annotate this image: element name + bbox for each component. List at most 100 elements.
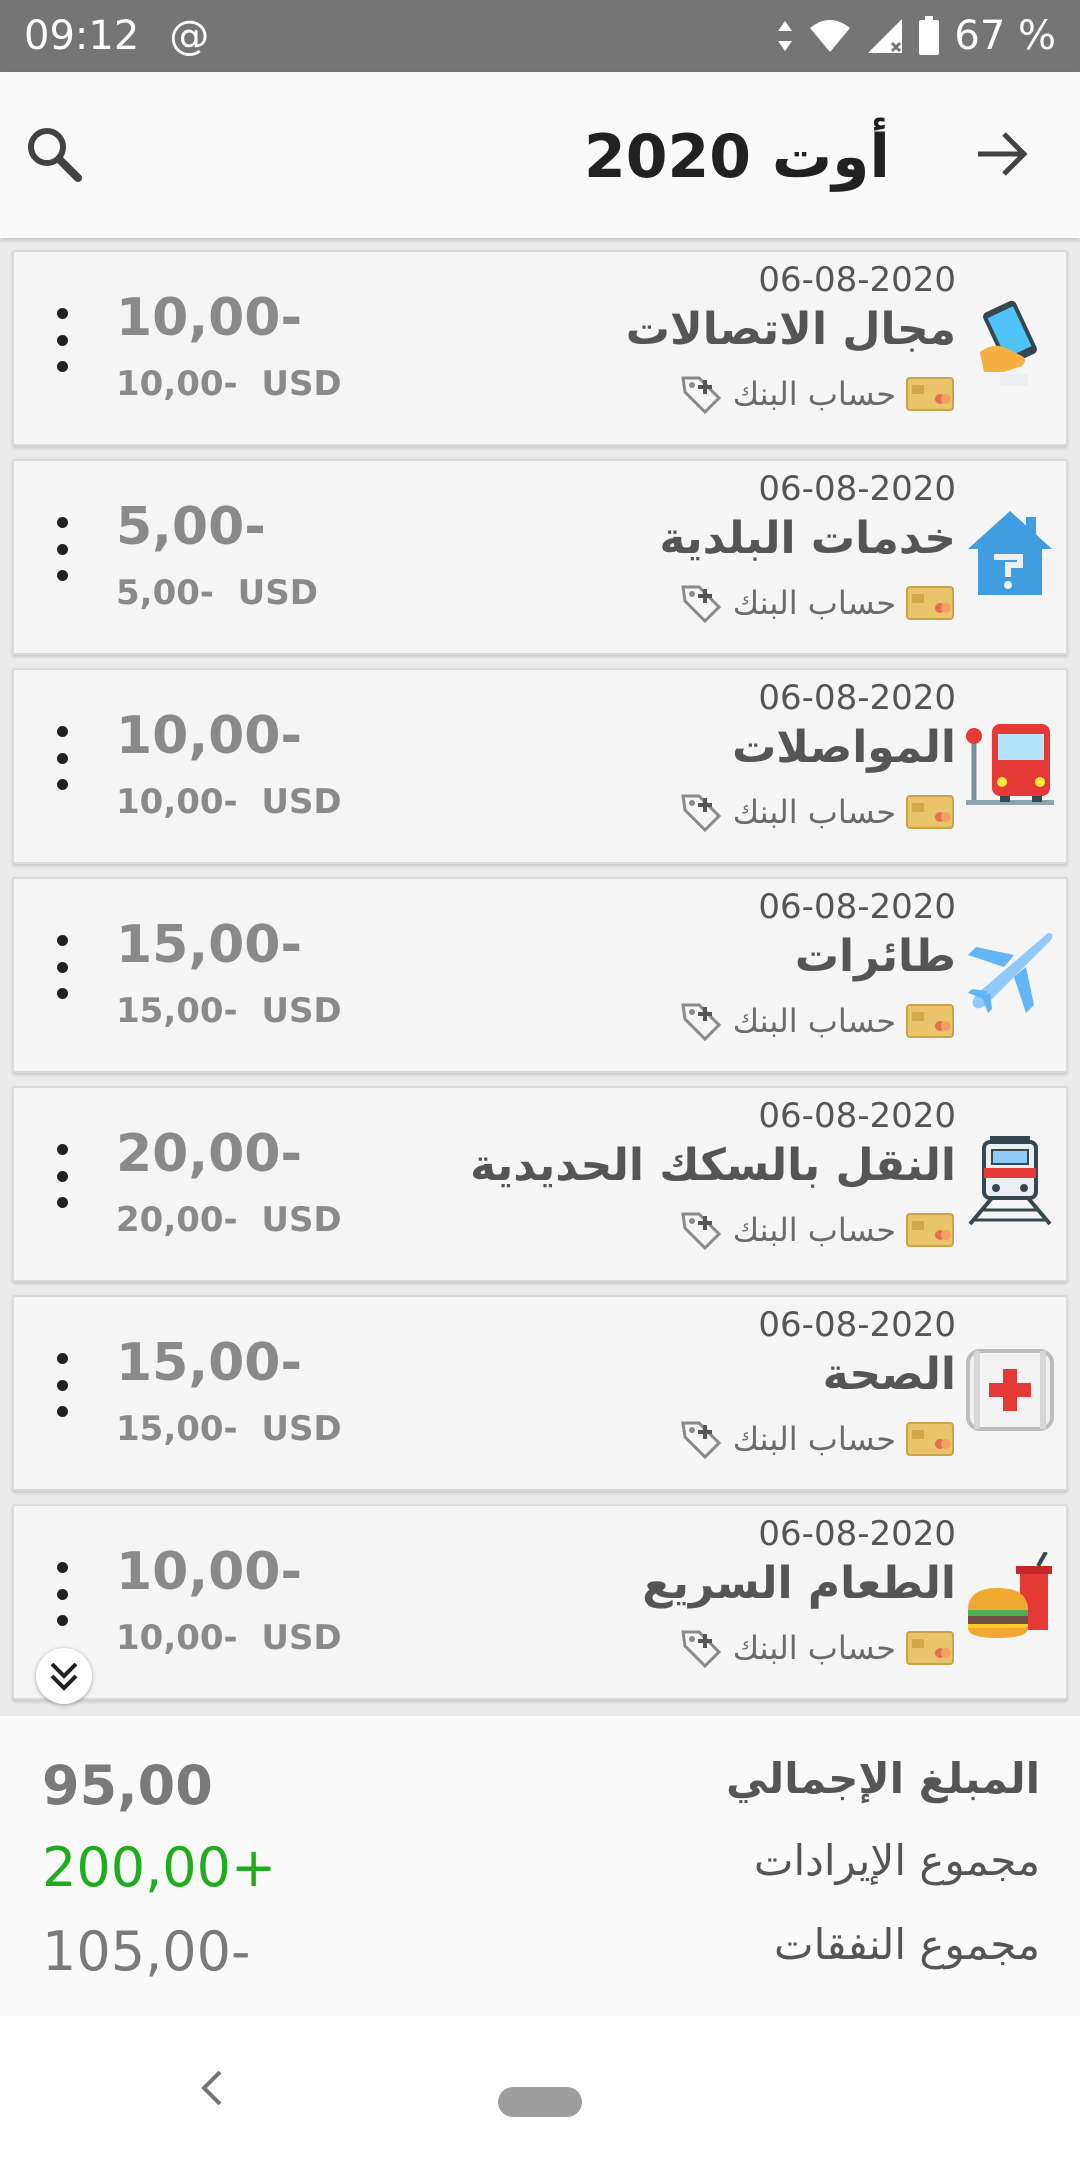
overflow-menu-button[interactable]	[50, 1144, 74, 1208]
transaction-account: حساب البنك	[679, 581, 954, 625]
wifi-icon	[810, 20, 851, 52]
transaction-amount: 15,00-	[116, 915, 303, 975]
credit-card-icon	[906, 586, 954, 620]
add-tag-icon[interactable]	[679, 1208, 723, 1252]
transaction-amount: 10,00-	[116, 1542, 303, 1602]
transaction-amount-usd: 10,00- USD	[116, 364, 342, 404]
income-label: مجموع الإيرادات	[753, 1836, 1040, 1885]
transaction-amount-usd: 15,00- USD	[116, 1409, 342, 1449]
double-chevron-down-icon	[50, 1662, 78, 1691]
income-value: 200,00+	[42, 1836, 277, 1899]
app-bar: أوت 2020	[0, 72, 1080, 238]
transaction-account: حساب البنك	[679, 999, 954, 1043]
account-name: حساب البنك	[732, 1629, 896, 1667]
transaction-account: حساب البنك	[679, 372, 954, 416]
credit-card-icon	[906, 1213, 954, 1247]
status-bar: 09:12 @ 67 %	[0, 0, 1080, 72]
income-row: مجموع الإيرادات 200,00+	[0, 1830, 1080, 1910]
arrow-right-icon	[978, 132, 1028, 176]
next-month-button[interactable]	[972, 124, 1032, 184]
battery-percent: 67 %	[954, 13, 1056, 59]
credit-card-icon	[906, 1004, 954, 1038]
transaction-amount: 10,00-	[116, 288, 303, 348]
overflow-menu-button[interactable]	[50, 935, 74, 999]
train-icon	[964, 1134, 1056, 1226]
search-icon	[28, 128, 82, 182]
chevron-left-icon	[201, 2070, 222, 2106]
expense-label: مجموع النفقات	[774, 1920, 1040, 1969]
overflow-menu-button[interactable]	[50, 1353, 74, 1417]
total-label: المبلغ الإجمالي	[725, 1754, 1040, 1803]
transaction-account: حساب البنك	[679, 790, 954, 834]
transaction-date: 06-08-2020	[758, 469, 956, 509]
overflow-menu-button[interactable]	[50, 308, 74, 372]
overflow-menu-button[interactable]	[50, 726, 74, 790]
transaction-date: 06-08-2020	[758, 1514, 956, 1554]
credit-card-icon	[906, 1631, 954, 1665]
transaction-date: 06-08-2020	[758, 260, 956, 300]
add-tag-icon[interactable]	[679, 372, 723, 416]
transaction-account: حساب البنك	[679, 1626, 954, 1670]
airplane-icon	[964, 925, 1056, 1017]
transaction-category: الصحة	[822, 1349, 956, 1400]
search-button[interactable]	[24, 124, 84, 184]
transaction-card[interactable]: 10,00- 10,00- USD 06-08-2020 الطعام السر…	[12, 1504, 1068, 1700]
add-tag-icon[interactable]	[679, 790, 723, 834]
transaction-amount: 15,00-	[116, 1333, 303, 1393]
home-button[interactable]	[498, 2087, 582, 2117]
credit-card-icon	[906, 795, 954, 829]
scroll-down-button[interactable]	[36, 1648, 92, 1704]
transaction-category: النقل بالسكك الحديدية	[470, 1140, 956, 1191]
credit-card-icon	[906, 377, 954, 411]
add-tag-icon[interactable]	[679, 581, 723, 625]
transaction-amount-usd: 5,00- USD	[116, 573, 318, 613]
page-title: أوت 2020	[583, 122, 890, 192]
add-tag-icon[interactable]	[679, 1417, 723, 1461]
add-tag-icon[interactable]	[679, 1626, 723, 1670]
bus-icon	[964, 716, 1056, 808]
transaction-amount: 5,00-	[116, 497, 266, 557]
transaction-list[interactable]: 10,00- 10,00- USD 06-08-2020 مجال الاتصا…	[0, 250, 1080, 1705]
transaction-card[interactable]: 20,00- 20,00- USD 06-08-2020 النقل بالسك…	[12, 1086, 1068, 1282]
overflow-menu-button[interactable]	[50, 1562, 74, 1626]
add-tag-icon[interactable]	[679, 999, 723, 1043]
transaction-amount: 10,00-	[116, 706, 303, 766]
system-nav-bar	[0, 2016, 1080, 2160]
data-arrows-icon	[778, 21, 793, 51]
cell-signal-icon	[868, 19, 903, 53]
transaction-date: 06-08-2020	[758, 887, 956, 927]
total-value: 95,00	[42, 1754, 213, 1817]
back-button[interactable]	[192, 2064, 232, 2112]
transaction-card[interactable]: 15,00- 15,00- USD 06-08-2020 الصحة حساب …	[12, 1295, 1068, 1491]
transaction-category: مجال الاتصالات	[625, 304, 956, 355]
account-name: حساب البنك	[732, 375, 896, 413]
transaction-date: 06-08-2020	[758, 1096, 956, 1136]
total-row: المبلغ الإجمالي 95,00	[0, 1746, 1080, 1826]
account-name: حساب البنك	[732, 1211, 896, 1249]
first-aid-icon	[964, 1343, 1056, 1435]
credit-card-icon	[906, 1422, 954, 1456]
transaction-card[interactable]: 15,00- 15,00- USD 06-08-2020 طائرات حساب…	[12, 877, 1068, 1073]
battery-icon	[919, 16, 940, 55]
transaction-date: 06-08-2020	[758, 678, 956, 718]
status-time: 09:12	[24, 13, 140, 59]
transaction-amount-usd: 10,00- USD	[116, 782, 342, 822]
transaction-category: المواصلات	[732, 722, 956, 773]
transaction-card[interactable]: 10,00- 10,00- USD 06-08-2020 مجال الاتصا…	[12, 250, 1068, 446]
transaction-amount-usd: 20,00- USD	[116, 1200, 342, 1240]
phone-icon	[964, 298, 1056, 390]
account-name: حساب البنك	[732, 1002, 896, 1040]
transaction-date: 06-08-2020	[758, 1305, 956, 1345]
transaction-card[interactable]: 5,00- 5,00- USD 06-08-2020 خدمات البلدية…	[12, 459, 1068, 655]
transaction-amount: 20,00-	[116, 1124, 303, 1184]
transaction-card[interactable]: 10,00- 10,00- USD 06-08-2020 المواصلات ح…	[12, 668, 1068, 864]
transaction-amount-usd: 10,00- USD	[116, 1618, 342, 1658]
transaction-amount-usd: 15,00- USD	[116, 991, 342, 1031]
transaction-category: الطعام السريع	[642, 1558, 956, 1609]
expense-value: 105,00-	[42, 1920, 251, 1983]
house-utilities-icon	[964, 507, 1056, 599]
expense-row: مجموع النفقات 105,00-	[0, 1914, 1080, 1994]
account-name: حساب البنك	[732, 1420, 896, 1458]
summary-panel: المبلغ الإجمالي 95,00 مجموع الإيرادات 20…	[0, 1716, 1080, 2016]
overflow-menu-button[interactable]	[50, 517, 74, 581]
